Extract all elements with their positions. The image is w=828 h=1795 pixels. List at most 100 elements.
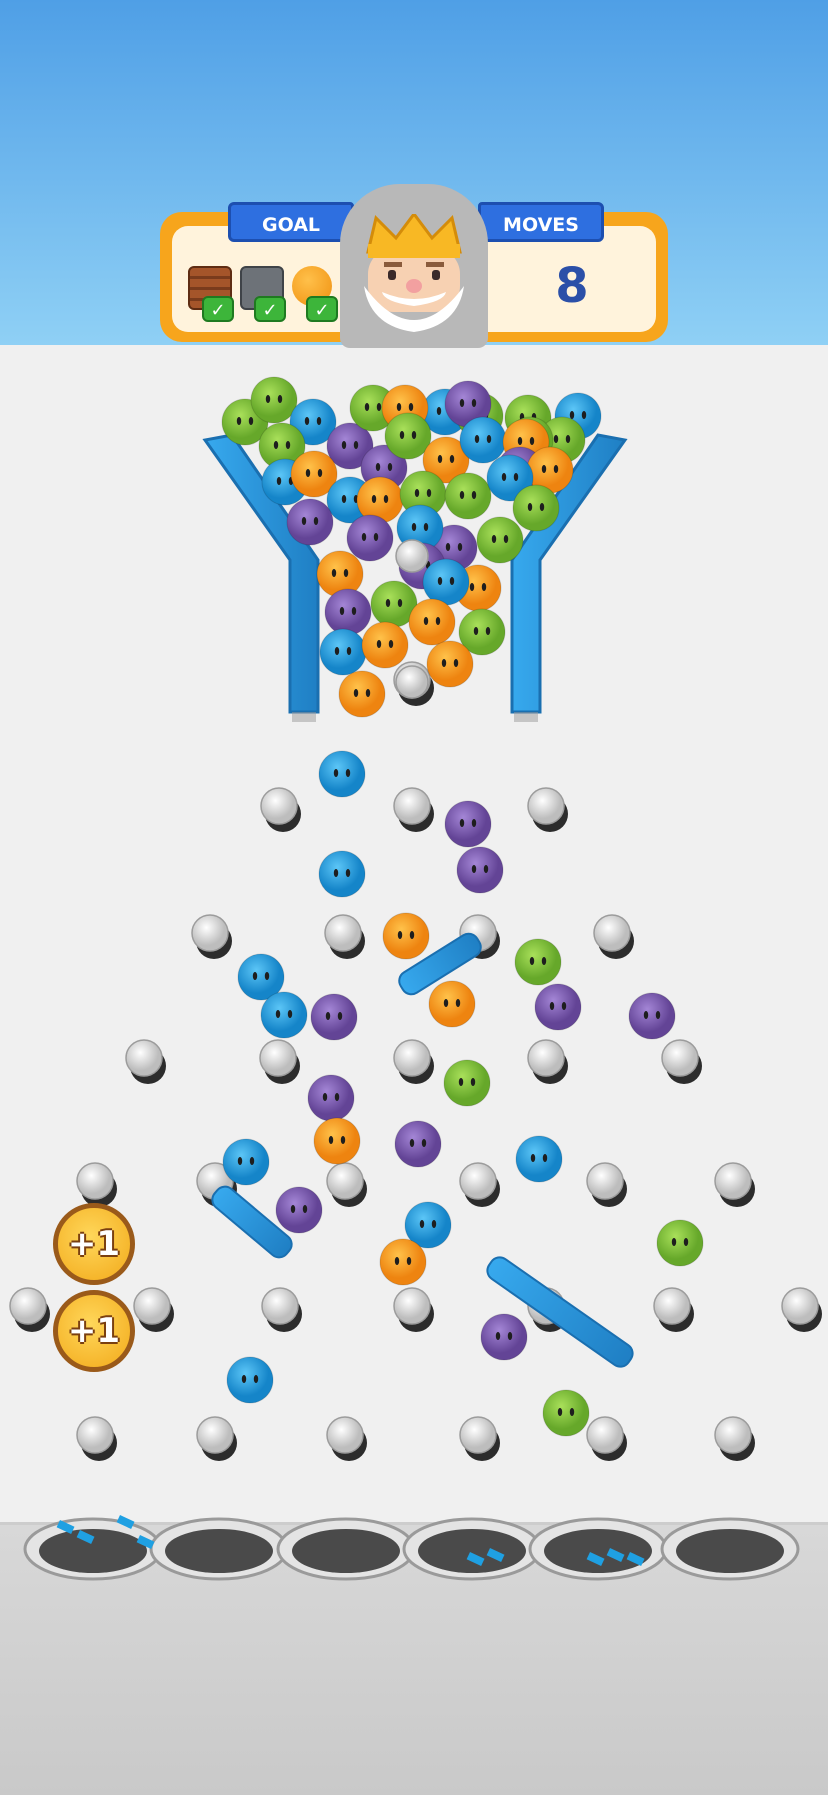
ball-eye <box>373 533 379 541</box>
ball-eye <box>469 583 475 591</box>
ball-eye <box>542 1154 548 1162</box>
ball-body <box>542 1389 590 1437</box>
ball-eye <box>565 435 571 443</box>
ball-eye <box>411 431 417 439</box>
peg <box>653 1287 691 1325</box>
purple-ball <box>444 800 492 848</box>
ball-eye <box>287 1010 293 1018</box>
ball-body <box>286 498 334 546</box>
ball-eye <box>264 972 270 980</box>
ball-body <box>408 598 456 646</box>
peg <box>781 1287 819 1325</box>
ball-body <box>338 670 386 718</box>
ball-eye <box>459 399 465 407</box>
orange-ball <box>428 980 476 1028</box>
blue-ball <box>260 991 308 1039</box>
ball-eye <box>455 999 461 1007</box>
ball-eye <box>549 1002 555 1010</box>
ball-eye <box>353 689 359 697</box>
ball-eye <box>529 957 535 965</box>
peg <box>9 1287 47 1325</box>
ball-eye <box>453 659 459 667</box>
purple-ball <box>456 846 504 894</box>
ball-body <box>456 846 504 894</box>
ball-eye <box>561 1002 567 1010</box>
peg <box>527 787 565 825</box>
ball-body <box>459 416 507 464</box>
ball-eye <box>304 417 310 425</box>
balls <box>221 376 704 1437</box>
peg <box>76 1162 114 1200</box>
peg <box>714 1162 752 1200</box>
peg <box>586 1162 624 1200</box>
peg <box>459 1416 497 1454</box>
ball-body <box>534 983 582 1031</box>
ball-body <box>260 991 308 1039</box>
ball-eye <box>541 465 547 473</box>
orange-ball <box>338 670 386 718</box>
ball-eye <box>365 689 371 697</box>
ball-body <box>422 558 470 606</box>
ball-eye <box>471 491 477 499</box>
ball-eye <box>470 1078 476 1086</box>
ball-eye <box>408 403 414 411</box>
ball-body <box>382 912 430 960</box>
ball-eye <box>241 1375 247 1383</box>
ball-eye <box>273 441 279 449</box>
ball-eye <box>539 503 545 511</box>
peg <box>133 1287 171 1325</box>
ball-eye <box>529 437 535 445</box>
ball-body <box>318 850 366 898</box>
ball-eye <box>443 999 449 1007</box>
ball-eye <box>414 489 420 497</box>
peg <box>259 1039 297 1077</box>
ball-body <box>512 484 560 532</box>
ball-eye <box>441 659 447 667</box>
ball-eye <box>339 607 345 615</box>
ball-eye <box>253 1375 259 1383</box>
ball-eye <box>385 599 391 607</box>
ball-eye <box>388 640 394 648</box>
peg <box>714 1416 752 1454</box>
ball-eye <box>436 407 442 415</box>
green-ball <box>512 484 560 532</box>
green-ball <box>656 1219 704 1267</box>
ball-eye <box>340 1136 346 1144</box>
ball-body <box>324 588 372 636</box>
ball-eye <box>236 417 242 425</box>
ball-eye <box>495 1332 501 1340</box>
peg <box>125 1039 163 1077</box>
ball-eye <box>437 577 443 585</box>
ball-eye <box>437 455 443 463</box>
ball-eye <box>553 465 559 473</box>
purple-ball <box>310 993 358 1041</box>
ball-eye <box>290 1205 296 1213</box>
ball-body <box>222 1138 270 1186</box>
ball-eye <box>431 1220 437 1228</box>
ball-eye <box>337 1012 343 1020</box>
ball-eye <box>333 769 339 777</box>
purple-ball <box>628 992 676 1040</box>
ball-body <box>628 992 676 1040</box>
ball-body <box>275 1186 323 1234</box>
ball-eye <box>396 403 402 411</box>
ball-eye <box>449 455 455 463</box>
ball-body <box>514 938 562 986</box>
ball-eye <box>557 1408 563 1416</box>
ball-eye <box>237 1157 243 1165</box>
peg <box>76 1416 114 1454</box>
ball-body <box>444 800 492 848</box>
ball-eye <box>409 1139 415 1147</box>
ball-eye <box>569 411 575 419</box>
ball-body <box>310 993 358 1041</box>
ball-eye <box>507 1332 513 1340</box>
ball-eye <box>409 931 415 939</box>
ball-eye <box>423 617 429 625</box>
ball-eye <box>474 435 480 443</box>
ball-eye <box>459 819 465 827</box>
plus-one-bonus: +1 <box>53 1203 135 1285</box>
ball-eye <box>345 869 351 877</box>
ball-eye <box>503 535 509 543</box>
ball-eye <box>343 569 349 577</box>
ball-body <box>319 628 367 676</box>
